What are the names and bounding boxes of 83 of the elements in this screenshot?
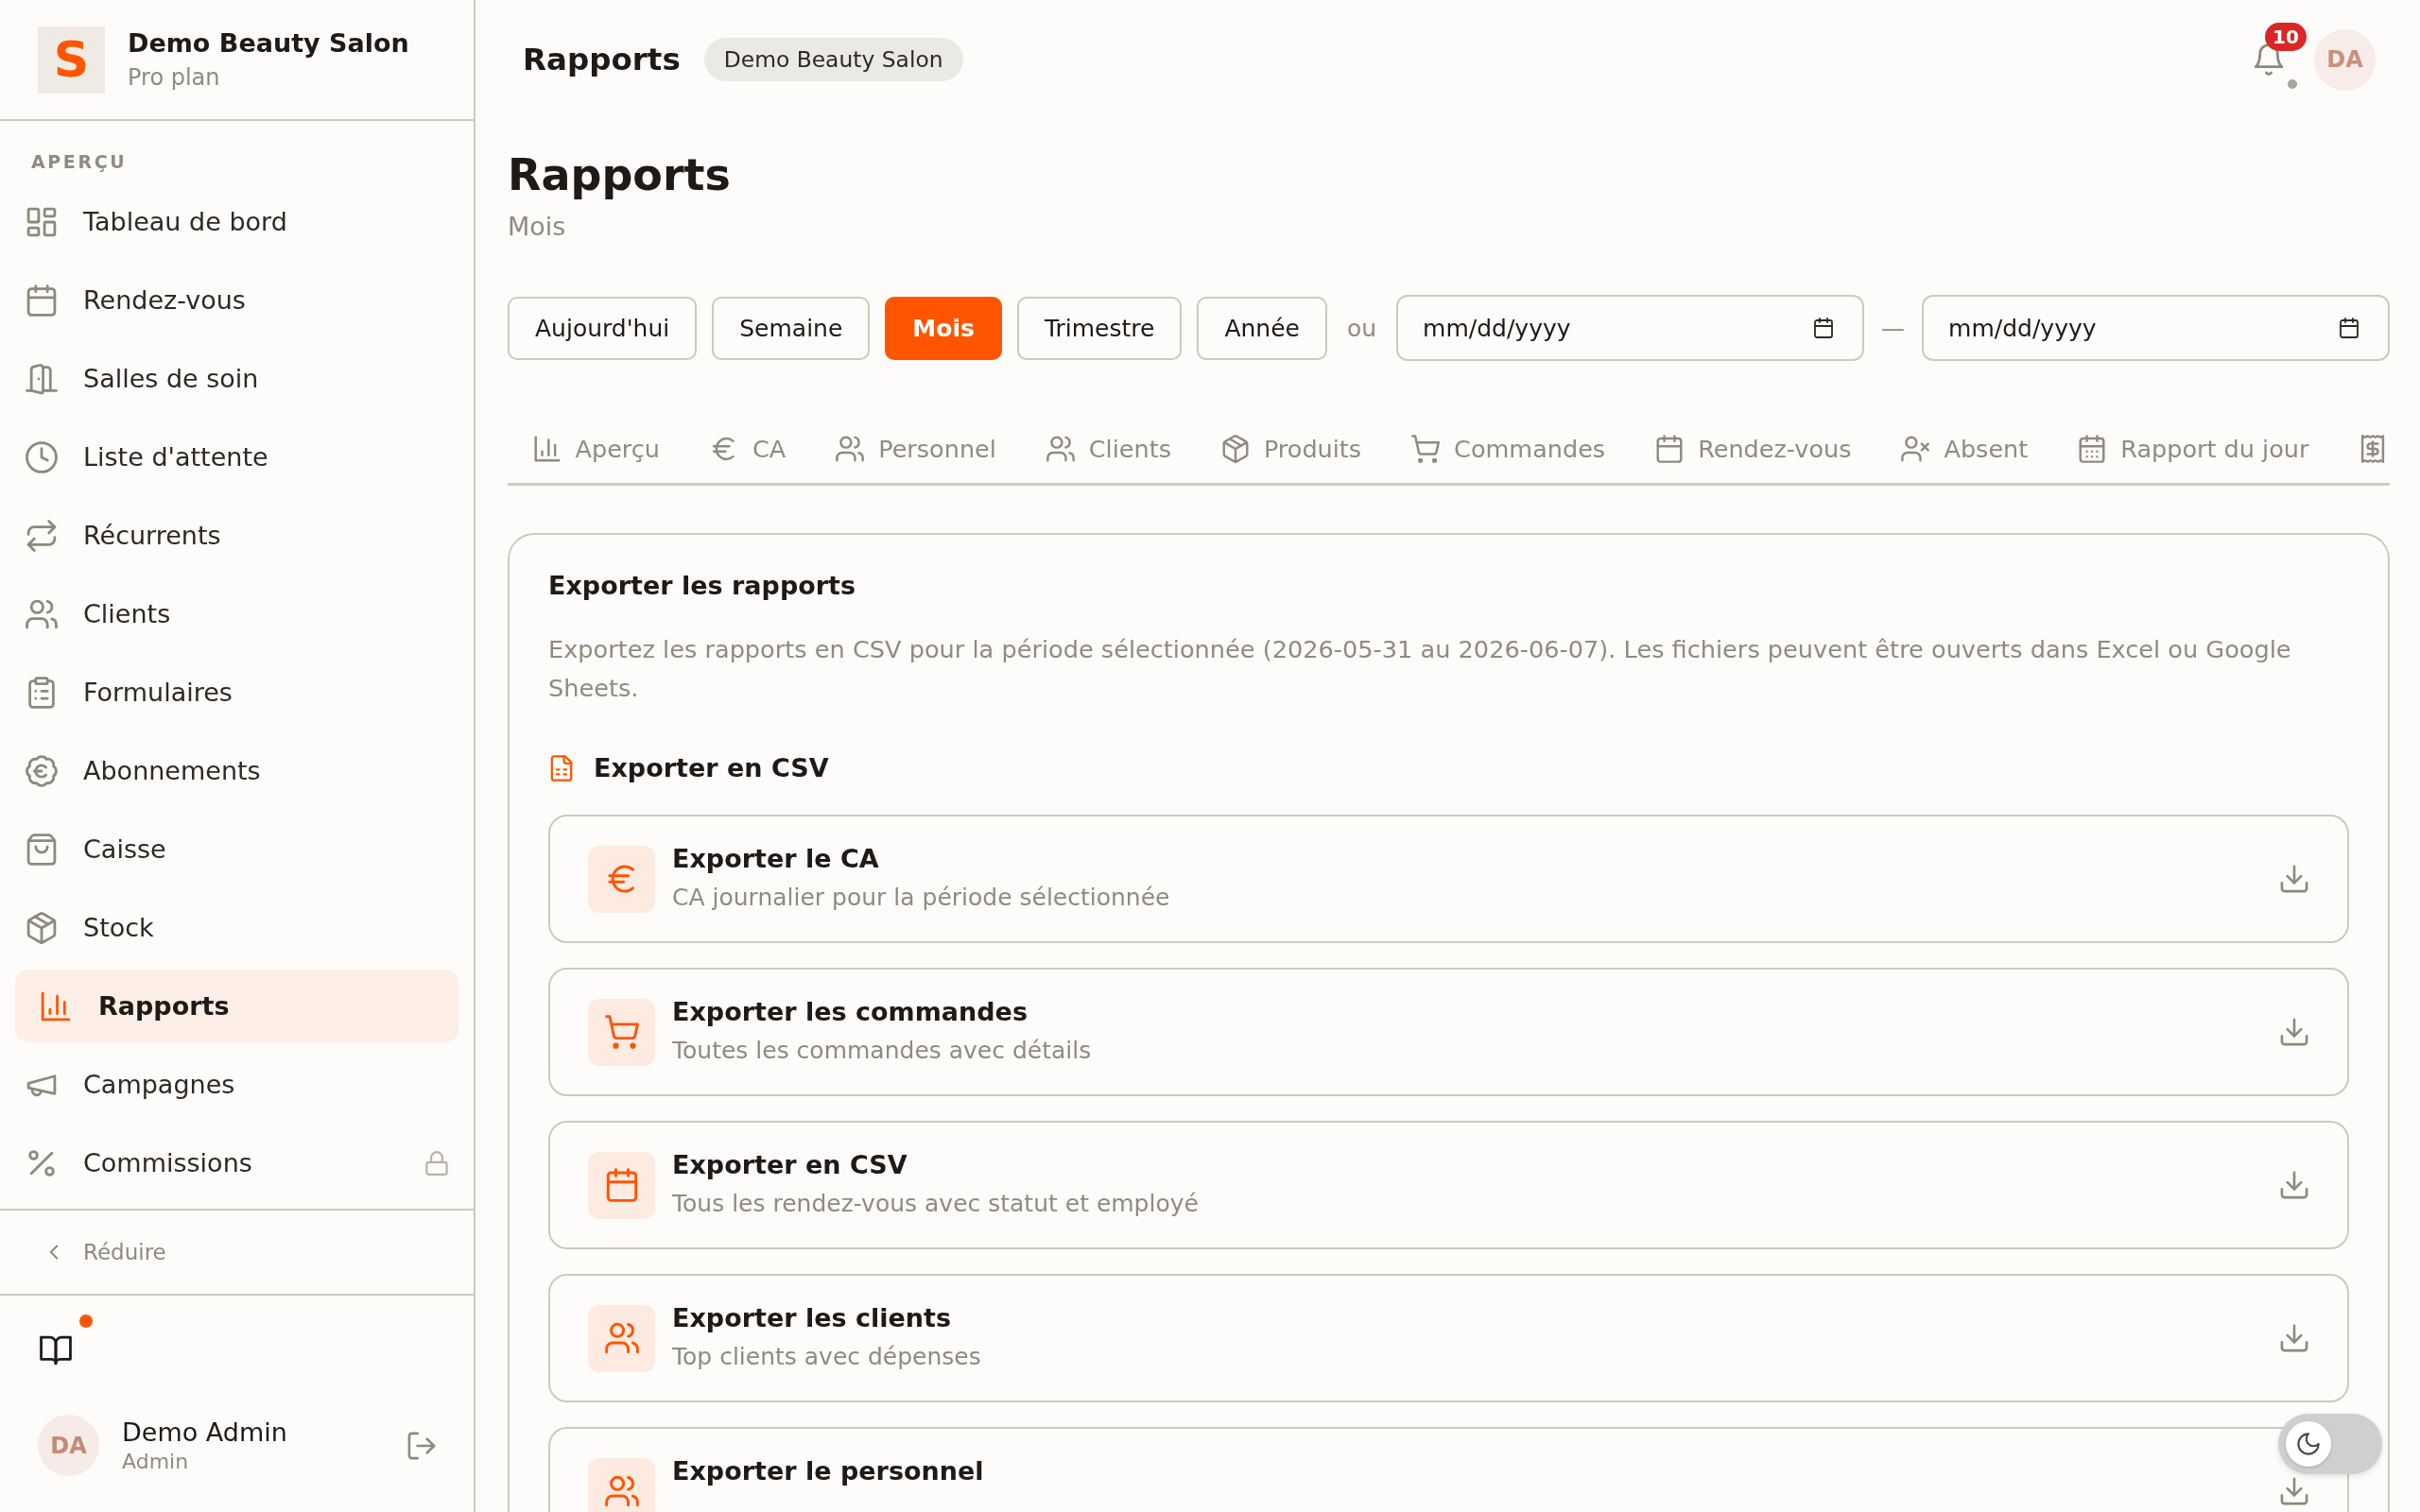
period-button[interactable]: Aujourd'hui [508,296,698,360]
export-title: Exporter le CA [672,843,879,875]
users-icon [836,435,865,463]
export-title: Exporter les clients [672,1302,952,1334]
sidebar-item[interactable]: Clients [15,577,458,650]
page-title: Rapports [508,149,731,201]
salon-name: Demo Beauty Salon [128,27,409,60]
export-description: Toutes les commandes avec détails [672,1036,1092,1066]
plan-label: Pro plan [128,63,220,92]
euro-icon [588,845,655,913]
grid-icon [26,205,58,238]
sidebar-item[interactable]: Stock [15,891,458,964]
euro-badge-icon [26,754,58,787]
calendar-icon [1655,435,1685,463]
users-icon [588,1304,655,1372]
theme-toggle[interactable] [2278,1414,2382,1474]
bag-icon [26,833,58,866]
notification-count: 10 [2265,23,2307,51]
calendar-icon[interactable] [1813,318,1835,338]
panel-description: Exportez les rapports en CSV pour la période sélectionnée (2026-05-31 au 2026-06-07). Les fichiers peuvent être ouverts dans Excel ou Google Sheets. [548,634,2292,704]
box-icon [1220,435,1250,463]
user-avatar: DA [38,1415,99,1476]
date-separator: — [1881,314,1906,342]
moon-icon [2286,1421,2331,1467]
export-title: Exporter le personnel [672,1455,984,1487]
sidebar-item[interactable]: Liste d'attente [15,421,458,493]
sidebar-item[interactable]: Campagnes [15,1048,458,1121]
calendar-icon [588,1151,655,1219]
sidebar-item[interactable]: Abonnements [15,734,458,807]
calendar-icon[interactable] [2339,318,2360,338]
page-subtitle: Mois [508,211,566,243]
period-button[interactable]: Année [1197,296,1327,360]
bar-chart-icon [40,989,72,1022]
header-title: Rapports [523,42,681,77]
logout-icon[interactable] [406,1430,437,1461]
download-icon[interactable] [2279,1476,2309,1506]
calendar-icon [26,284,58,317]
cart-icon [1411,435,1441,463]
cart-icon [588,998,655,1066]
period-button[interactable]: Semaine [712,296,871,360]
download-icon[interactable] [2279,1170,2309,1200]
clock-icon [26,440,58,473]
box-icon [26,911,58,944]
sidebar-item[interactable]: Commissions [15,1126,458,1199]
section-title: Exporter en CSV [594,752,829,784]
sidebar-item[interactable]: Formulaires [15,656,458,729]
download-icon[interactable] [2279,1017,2309,1047]
spreadsheet-icon [548,755,575,782]
or-label: ou [1346,314,1377,342]
sidebar-item[interactable]: Récurrents [15,499,458,572]
sidebar-item[interactable]: Caisse [15,813,458,885]
book-icon[interactable] [40,1334,72,1366]
sidebar-item[interactable]: Salles de soin [15,342,458,415]
users-icon [26,597,58,630]
bell-icon[interactable] [2253,43,2285,76]
users-icon [588,1457,655,1512]
bar-chart-icon [532,435,562,463]
section-label: APERÇU [31,150,128,173]
status-dot-icon [2288,79,2297,89]
export-description: Top clients avec dépenses [672,1342,981,1372]
export-title: Exporter les commandes [672,996,1028,1028]
brand-logo: S [38,26,105,94]
download-icon[interactable] [2279,1323,2309,1353]
user-x-icon [1901,435,1930,463]
salon-badge: Demo Beauty Salon [703,38,963,81]
panel-title: Exporter les rapports [548,570,856,602]
download-icon[interactable] [2279,864,2309,894]
user-role: Admin [122,1448,189,1475]
user-name: Demo Admin [122,1416,287,1449]
export-description: CA journalier pour la période sélectionnée [672,883,1170,913]
repeat-icon [26,519,58,552]
clipboard-icon [26,676,58,709]
users-icon [1046,435,1075,463]
date-field[interactable]: mm/dd/yyyy [1922,295,2390,361]
export-title: Exporter en CSV [672,1149,908,1181]
sidebar-item[interactable]: Rapports [15,970,458,1042]
door-icon [26,362,58,395]
calendar-grid-icon [2078,435,2107,463]
export-description: Tous les rendez-vous avec statut et employé [672,1189,1199,1219]
sidebar-item[interactable]: Rendez-vous [15,264,458,336]
date-field[interactable]: mm/dd/yyyy [1396,295,1865,361]
sidebar-item[interactable]: Tableau de bord [15,185,458,258]
period-button[interactable]: Trimestre [1016,296,1183,360]
